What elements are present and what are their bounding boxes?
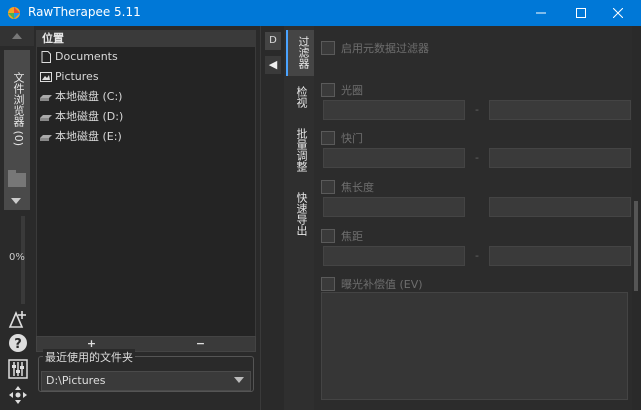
zoom-label: 0% <box>9 252 25 263</box>
place-drive-e[interactable]: 本地磁盘 (E:) <box>37 127 255 147</box>
tab-quick-export[interactable]: 快速导出 <box>286 186 312 246</box>
enable-filter-checkbox[interactable] <box>321 41 335 55</box>
distance-checkbox[interactable] <box>321 229 335 243</box>
shutter-checkbox[interactable] <box>321 131 335 145</box>
thumbnail-area: D ◀ <box>260 26 285 410</box>
distance-max-input[interactable] <box>489 246 631 266</box>
place-label: 本地磁盘 (E:) <box>55 130 122 143</box>
distance-label: 焦距 <box>341 230 363 243</box>
tab-label: 批量调整 <box>295 128 308 172</box>
back-arrow-button[interactable]: ◀ <box>265 56 281 74</box>
left-toolbar: 文件浏览器 (0) 0% ? <box>0 26 34 410</box>
filter-panel: 启用元数据过滤器 光圈 - 快门 - 焦长度 焦距 - 曝光补偿值 (EV) <box>314 26 632 410</box>
place-pictures[interactable]: Pictures <box>37 67 255 87</box>
range-dash: - <box>475 151 479 164</box>
tab-label: 检视 <box>295 86 308 108</box>
focal-length-label: 焦长度 <box>341 181 374 194</box>
place-documents[interactable]: Documents <box>37 47 255 67</box>
focal-length-max-input[interactable] <box>489 197 631 217</box>
file-browser-tab[interactable]: 文件浏览器 (0) <box>4 50 30 210</box>
file-browser-tab-label: 文件浏览器 (0) <box>12 72 25 147</box>
chevron-down-icon <box>234 377 244 383</box>
triangle-down-icon[interactable] <box>11 198 21 204</box>
filter-scrollbar[interactable] <box>632 26 641 410</box>
shutter-label: 快门 <box>341 132 363 145</box>
shutter-max-input[interactable] <box>489 148 631 168</box>
recent-folder-value: D:\Pictures <box>46 374 106 387</box>
places-header: 位置 <box>37 31 255 47</box>
distance-row[interactable]: 焦距 <box>321 228 363 244</box>
exposure-comp-list[interactable] <box>321 292 628 400</box>
focal-length-checkbox[interactable] <box>321 180 335 194</box>
title-bar: RawTherapee 5.11 <box>0 0 641 26</box>
shutter-row[interactable]: 快门 <box>321 130 363 146</box>
focal-length-min-input[interactable] <box>323 197 465 217</box>
triangle-up-icon <box>12 33 22 39</box>
svg-text:?: ? <box>14 337 22 352</box>
focal-length-row[interactable]: 焦长度 <box>321 179 374 195</box>
aperture-min-input[interactable] <box>323 100 465 120</box>
minimize-icon <box>536 12 546 14</box>
range-dash: - <box>475 249 479 262</box>
preferences-icon[interactable] <box>8 359 28 379</box>
recent-folders-dropdown[interactable]: D:\Pictures <box>41 371 251 391</box>
exposure-comp-checkbox[interactable] <box>321 277 335 291</box>
aperture-checkbox[interactable] <box>321 83 335 97</box>
send-to-editor-icon[interactable] <box>8 309 28 329</box>
drive-icon <box>40 135 52 141</box>
enable-filter-row[interactable]: 启用元数据过滤器 <box>321 40 429 56</box>
scroll-up-button[interactable] <box>0 26 34 46</box>
place-drive-d[interactable]: 本地磁盘 (D:) <box>37 107 255 127</box>
recent-folders-label: 最近使用的文件夹 <box>43 349 135 365</box>
place-label: Documents <box>55 50 118 63</box>
shutter-min-input[interactable] <box>323 148 465 168</box>
window-title: RawTherapee 5.11 <box>28 5 141 19</box>
enable-filter-label: 启用元数据过滤器 <box>341 42 429 55</box>
document-icon <box>41 51 51 63</box>
scrollbar-thumb[interactable] <box>634 201 638 291</box>
aperture-row[interactable]: 光圈 <box>321 82 363 98</box>
place-label: Pictures <box>55 70 99 83</box>
drive-icon <box>40 95 52 101</box>
right-panel-tabs: 过滤器 检视 批量调整 快速导出 <box>284 26 314 410</box>
close-button[interactable] <box>595 0 641 26</box>
maximize-icon <box>576 8 586 18</box>
exposure-comp-label: 曝光补偿值 (EV) <box>341 278 423 291</box>
folder-icon <box>8 170 26 187</box>
distance-min-input[interactable] <box>323 246 465 266</box>
tab-batch-edit[interactable]: 批量调整 <box>286 122 312 182</box>
exposure-comp-row[interactable]: 曝光补偿值 (EV) <box>321 276 423 292</box>
drive-icon <box>40 115 52 121</box>
picture-icon <box>40 72 52 82</box>
recent-folders-group: 最近使用的文件夹 D:\Pictures <box>38 349 254 392</box>
tab-filter[interactable]: 过滤器 <box>286 30 314 76</box>
rawtherapee-logo-icon <box>8 7 20 19</box>
aperture-label: 光圈 <box>341 84 363 97</box>
places-list: 位置 Documents Pictures 本地磁盘 (C:) 本地磁盘 (D:… <box>36 30 256 338</box>
close-icon <box>613 8 623 18</box>
place-drive-c[interactable]: 本地磁盘 (C:) <box>37 87 255 107</box>
range-dash: - <box>475 103 479 116</box>
tab-label: 快速导出 <box>295 192 308 236</box>
aperture-max-input[interactable] <box>489 100 631 120</box>
tab-label: 过滤器 <box>297 36 310 69</box>
help-icon[interactable]: ? <box>8 333 28 353</box>
folder-tab[interactable]: D <box>265 32 281 50</box>
remove-place-button[interactable]: − <box>146 337 255 351</box>
place-label: 本地磁盘 (C:) <box>55 90 123 103</box>
fullscreen-icon[interactable] <box>8 385 28 405</box>
file-browser-panel: 位置 Documents Pictures 本地磁盘 (C:) 本地磁盘 (D:… <box>34 26 260 410</box>
place-label: 本地磁盘 (D:) <box>55 110 124 123</box>
tab-inspect[interactable]: 检视 <box>286 80 312 120</box>
